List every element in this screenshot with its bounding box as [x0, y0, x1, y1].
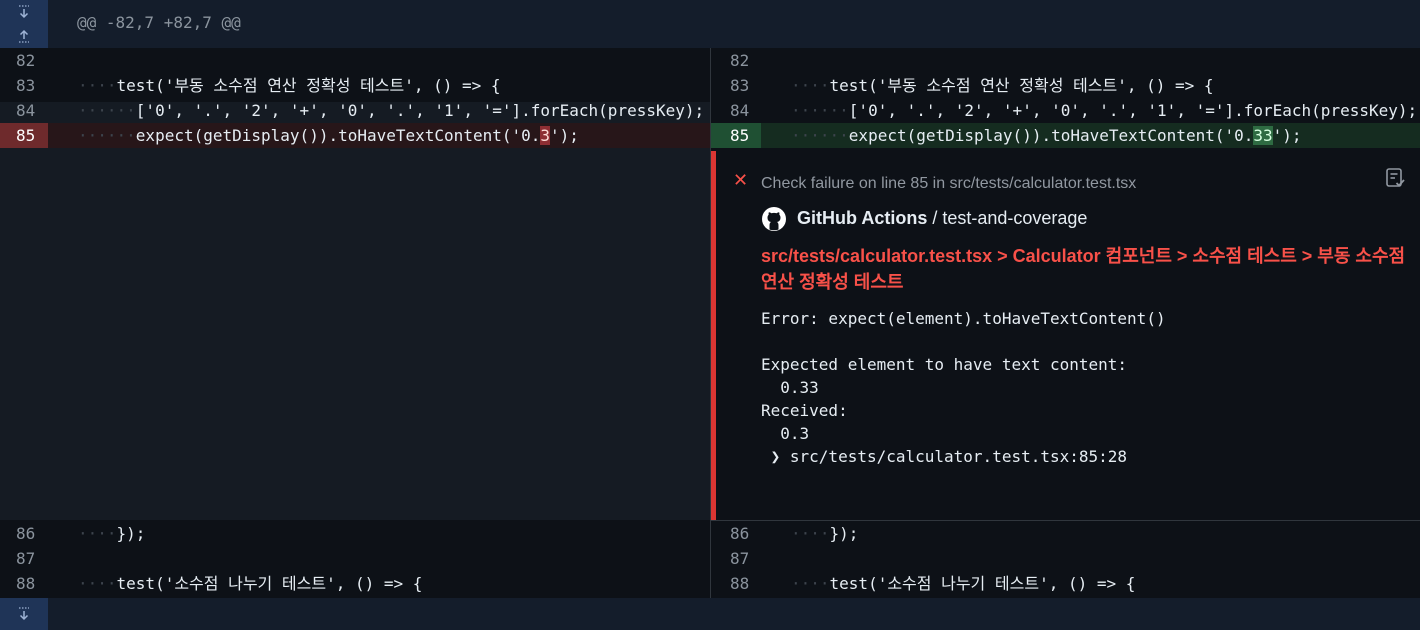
line-code: ····test('소수점 나누기 테스트', () => {	[791, 571, 1135, 596]
error-message: Error: expect(element).toHaveTextContent…	[761, 309, 1166, 466]
separator: /	[927, 208, 943, 228]
annotation-spacer	[0, 102, 710, 520]
line-number[interactable]: 86	[0, 521, 48, 546]
line-code: ······['0', '.', '2', '+', '0', '.', '1'…	[791, 98, 1417, 123]
line-number[interactable]: 86	[711, 521, 759, 546]
whitespace-marker: ······	[791, 101, 849, 120]
app-name[interactable]: GitHub Actions	[797, 208, 927, 228]
unfold-up-icon	[19, 29, 29, 43]
diff-line[interactable]: 87	[0, 546, 710, 571]
diff-line[interactable]: 88 ····test('소수점 나누기 테스트', () => {	[0, 571, 710, 596]
code-text: test('부동 소수점 연산 정확성 테스트', () => {	[829, 76, 1214, 95]
bottom-expander-bar	[0, 598, 1420, 630]
deleted-token: 3	[540, 126, 551, 145]
code-text: ['0', '.', '2', '+', '0', '.', '1', '=']…	[135, 101, 705, 120]
code-text: });	[829, 524, 859, 543]
diff-line[interactable]: 88 ····test('소수점 나누기 테스트', () => {	[711, 571, 1420, 596]
code-text: ['0', '.', '2', '+', '0', '.', '1', '=']…	[848, 101, 1418, 120]
line-number[interactable]: 83	[0, 73, 48, 98]
diff-line[interactable]: 86 ····});	[0, 521, 710, 546]
line-number[interactable]: 88	[711, 571, 759, 596]
whitespace-marker: ····	[791, 574, 830, 593]
whitespace-marker: ····	[791, 524, 830, 543]
checklist-icon[interactable]	[1384, 167, 1406, 189]
diff-line[interactable]: 83 ····test('부동 소수점 연산 정확성 테스트', () => {	[711, 73, 1420, 98]
expander-column	[0, 0, 48, 48]
x-icon: ✕	[733, 170, 749, 191]
unfold-down-icon	[19, 5, 29, 19]
line-number[interactable]: 85	[0, 123, 48, 148]
whitespace-marker: ······	[791, 126, 849, 145]
line-number[interactable]: 87	[0, 546, 48, 571]
github-logo-icon	[761, 206, 787, 232]
code-text: expect(getDisplay()).toHaveTextContent('…	[848, 126, 1254, 145]
code-text: test('소수점 나누기 테스트', () => {	[116, 574, 423, 593]
annotation-header: Check failure on line 85 in src/tests/ca…	[761, 175, 1137, 192]
line-code: ······['0', '.', '2', '+', '0', '.', '1'…	[78, 98, 704, 123]
whitespace-marker: ····	[78, 76, 117, 95]
code-text: ');	[550, 126, 579, 145]
deleted-line[interactable]: 85 ······expect(getDisplay()).toHaveText…	[0, 123, 710, 148]
code-text: test('부동 소수점 연산 정확성 테스트', () => {	[116, 76, 501, 95]
failure-bar	[711, 151, 716, 520]
check-failure-annotation: ✕ Check failure on line 85 in src/tests/…	[711, 151, 1420, 521]
line-code: ····});	[791, 521, 858, 546]
code-text: });	[116, 524, 146, 543]
job-name[interactable]: test-and-coverage	[942, 208, 1087, 228]
code-text: expect(getDisplay()).toHaveTextContent('…	[135, 126, 541, 145]
line-number[interactable]: 84	[711, 98, 759, 123]
expand-down-button[interactable]	[0, 0, 48, 24]
diff-line[interactable]: 86 ····});	[711, 521, 1420, 546]
whitespace-marker: ····	[78, 524, 117, 543]
unfold-down-icon	[19, 607, 29, 621]
hunk-range: @@ -82,7 +82,7 @@	[77, 13, 241, 32]
test-path: src/tests/calculator.test.tsx > Calculat…	[761, 246, 1406, 292]
line-number[interactable]: 88	[0, 571, 48, 596]
line-number[interactable]: 87	[711, 546, 759, 571]
diff-line[interactable]: 82	[0, 48, 710, 73]
whitespace-marker: ······	[78, 126, 136, 145]
line-number[interactable]: 82	[0, 48, 48, 73]
hunk-header: @@ -82,7 +82,7 @@	[0, 0, 1420, 48]
expand-down-bottom-button[interactable]	[0, 598, 48, 630]
diff-line[interactable]: 82	[711, 48, 1420, 73]
diff-line[interactable]: 84 ······['0', '.', '2', '+', '0', '.', …	[711, 98, 1420, 123]
line-number[interactable]: 82	[711, 48, 759, 73]
whitespace-marker: ····	[78, 574, 117, 593]
line-code: ····test('부동 소수점 연산 정확성 테스트', () => {	[78, 73, 501, 98]
line-number[interactable]: 83	[711, 73, 759, 98]
expand-up-button[interactable]	[0, 24, 48, 48]
code-text: test('소수점 나누기 테스트', () => {	[829, 574, 1136, 593]
line-code: ····test('부동 소수점 연산 정확성 테스트', () => {	[791, 73, 1214, 98]
line-code: ····});	[78, 521, 145, 546]
diff-line[interactable]: 84 ······['0', '.', '2', '+', '0', '.', …	[0, 98, 710, 123]
check-source: GitHub Actions / test-and-coverage	[797, 208, 1087, 229]
line-code: ····test('소수점 나누기 테스트', () => {	[78, 571, 422, 596]
whitespace-marker: ····	[791, 76, 830, 95]
diff-line[interactable]: 83 ····test('부동 소수점 연산 정확성 테스트', () => {	[0, 73, 710, 98]
code-text: ');	[1272, 126, 1302, 145]
line-code: ······expect(getDisplay()).toHaveTextCon…	[791, 123, 1302, 148]
added-line[interactable]: 85 ······expect(getDisplay()).toHaveText…	[711, 123, 1420, 148]
line-number[interactable]: 85	[711, 123, 761, 148]
line-number[interactable]: 84	[0, 98, 48, 123]
line-code: ······expect(getDisplay()).toHaveTextCon…	[78, 123, 579, 148]
added-token: 33	[1253, 126, 1273, 145]
diff-line[interactable]: 87	[711, 546, 1420, 571]
whitespace-marker: ······	[78, 101, 136, 120]
